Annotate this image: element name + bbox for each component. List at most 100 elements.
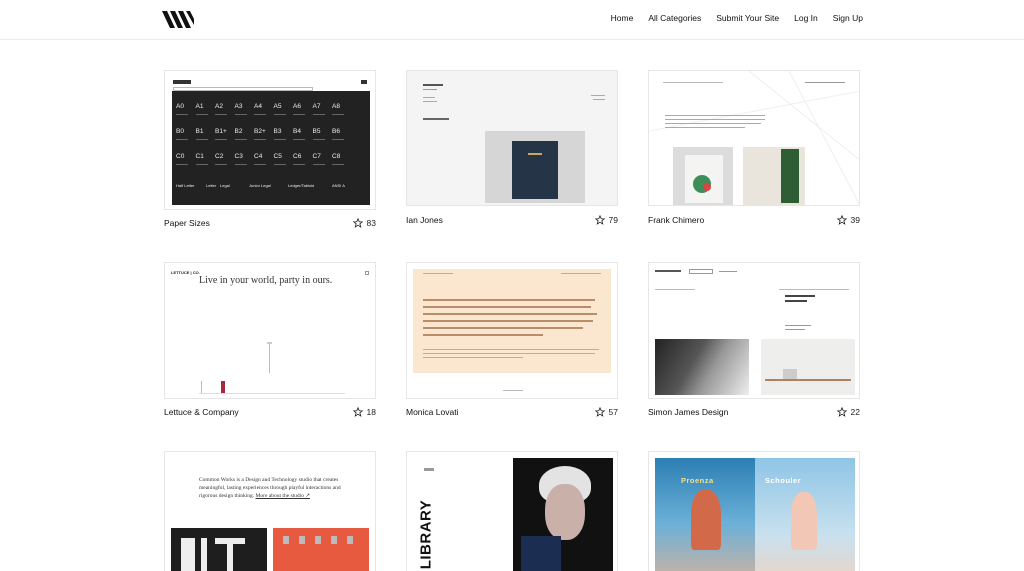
- paper-size-b6[interactable]: B6: [332, 128, 340, 135]
- paper-size-b3[interactable]: B3: [274, 128, 282, 135]
- paper-size-c1[interactable]: C1: [196, 153, 204, 160]
- favorite-count[interactable]: 57: [594, 407, 618, 417]
- paper-size-dimension: [234, 164, 247, 165]
- paper-size-c7[interactable]: C7: [313, 153, 321, 160]
- paper-size-ansi-a[interactable]: ANSI A: [332, 183, 345, 188]
- paper-size-c3[interactable]: C3: [235, 153, 243, 160]
- favorite-count-value: 39: [850, 215, 860, 225]
- paper-size-ledger-tabloid[interactable]: Ledger/Tabloid: [288, 183, 314, 188]
- card-thumbnail[interactable]: [406, 70, 618, 206]
- nav-log-in[interactable]: Log In: [794, 13, 818, 23]
- paper-size-dimension: [293, 164, 305, 165]
- paper-size-dimension: [312, 139, 325, 140]
- paper-size-b2[interactable]: B2: [235, 128, 243, 135]
- site-logo-icon[interactable]: [162, 11, 194, 28]
- paper-size-a7[interactable]: A7: [313, 103, 321, 110]
- card-thumbnail[interactable]: LETTUCE | CO. Live in your world, party …: [164, 262, 376, 399]
- card-thumbnail[interactable]: [648, 262, 860, 399]
- favorite-count-value: 79: [608, 215, 618, 225]
- common-works-intro: Common Works is a Design and Technology …: [199, 476, 349, 500]
- book-image-2: [743, 147, 805, 205]
- lettuce-headline: Live in your world, party in ours.: [199, 275, 333, 286]
- paper-size-a5[interactable]: A5: [274, 103, 282, 110]
- card-thumbnail[interactable]: LIBRARY: [406, 451, 618, 571]
- paper-size-b4[interactable]: B4: [293, 128, 301, 135]
- paper-size-b1[interactable]: B1: [196, 128, 204, 135]
- favorite-count[interactable]: 39: [836, 215, 860, 225]
- paper-size-a1[interactable]: A1: [196, 103, 204, 110]
- paper-size-dimension: [215, 114, 227, 115]
- fashion-photo-left: Proenza: [655, 458, 755, 571]
- paper-size-dimension: [195, 114, 208, 115]
- paper-size-dimension: [332, 164, 344, 165]
- paper-size-b5[interactable]: B5: [313, 128, 321, 135]
- card-thumbnail[interactable]: [406, 262, 618, 399]
- paper-size-dimension: [176, 114, 188, 115]
- paper-size-c2[interactable]: C2: [215, 153, 223, 160]
- star-icon[interactable]: [594, 215, 605, 225]
- paper-size-dimension: [176, 139, 188, 140]
- paper-size-dimension: [332, 114, 344, 115]
- nav-sign-up[interactable]: Sign Up: [833, 13, 863, 23]
- star-icon[interactable]: [352, 218, 363, 228]
- lettuce-brand: LETTUCE | CO.: [171, 270, 200, 275]
- card-title[interactable]: Paper Sizes: [164, 218, 210, 228]
- card-thumbnail[interactable]: [648, 70, 860, 206]
- nav-submit-your-site[interactable]: Submit Your Site: [716, 13, 779, 23]
- paper-size-a6[interactable]: A6: [293, 103, 301, 110]
- nav-all-categories[interactable]: All Categories: [648, 13, 701, 23]
- peach-panel: [413, 269, 611, 373]
- book-image-1: [673, 147, 733, 205]
- paper-size-c5[interactable]: C5: [274, 153, 282, 160]
- paper-size-c0[interactable]: C0: [176, 153, 184, 160]
- paper-size-dimension: [273, 164, 286, 165]
- paper-size-legal[interactable]: Legal: [220, 183, 230, 188]
- paper-size-a4[interactable]: A4: [254, 103, 262, 110]
- card-thumbnail[interactable]: A0 A1 A2 A3 A4 A5 A6 A7 A8 B0 B1 B1+ B2 B2+ B3 B4 B5 B6 C0…: [164, 70, 376, 210]
- card-thumbnail[interactable]: Proenza Schouler: [648, 451, 860, 571]
- nav-home[interactable]: Home: [611, 13, 634, 23]
- star-icon[interactable]: [836, 407, 847, 417]
- paper-size-c6[interactable]: C6: [293, 153, 301, 160]
- paper-size-a3[interactable]: A3: [235, 103, 243, 110]
- paper-size-junior-legal[interactable]: Junior Legal: [249, 183, 271, 188]
- card-title[interactable]: Frank Chimero: [648, 215, 704, 225]
- paper-size-b0[interactable]: B0: [176, 128, 184, 135]
- paper-size-dimension: [273, 114, 286, 115]
- paper-size-a2[interactable]: A2: [215, 103, 223, 110]
- paper-size-dimension: [332, 139, 344, 140]
- paper-size-dimension: [254, 139, 266, 140]
- paper-size-letter[interactable]: Letter: [206, 183, 216, 188]
- paper-size-a8[interactable]: A8: [332, 103, 340, 110]
- favorite-count[interactable]: 18: [352, 407, 376, 417]
- paper-size-half-letter[interactable]: Half Letter: [176, 183, 194, 188]
- intro-link[interactable]: More about the studio ↗: [256, 493, 310, 499]
- paper-size-dimension: [234, 139, 247, 140]
- favorite-count[interactable]: 22: [836, 407, 860, 417]
- red-bar: [221, 381, 225, 393]
- card-title[interactable]: Lettuce & Company: [164, 407, 239, 417]
- card-thumbnail[interactable]: Common Works is a Design and Technology …: [164, 451, 376, 571]
- star-icon[interactable]: [594, 407, 605, 417]
- orange-graphic: [273, 528, 369, 571]
- card-title[interactable]: Monica Lovati: [406, 407, 458, 417]
- paper-size-dimension: [273, 139, 286, 140]
- paper-size-a0[interactable]: A0: [176, 103, 184, 110]
- paper-size-b1-[interactable]: B1+: [215, 128, 227, 135]
- photo-right: [761, 339, 855, 395]
- card-title[interactable]: Ian Jones: [406, 215, 443, 225]
- paper-size-dimension: [254, 114, 266, 115]
- paper-size-b2-[interactable]: B2+: [254, 128, 266, 135]
- paper-size-c8[interactable]: C8: [332, 153, 340, 160]
- star-icon[interactable]: [352, 407, 363, 417]
- paper-size-dimension: [176, 164, 188, 165]
- card-title[interactable]: Simon James Design: [648, 407, 728, 417]
- book-cover-image: [512, 141, 558, 199]
- paper-size-c4[interactable]: C4: [254, 153, 262, 160]
- star-icon[interactable]: [836, 215, 847, 225]
- paper-size-dimension: [215, 164, 227, 165]
- favorite-count[interactable]: 79: [594, 215, 618, 225]
- favorite-count[interactable]: 83: [352, 218, 376, 228]
- thumb-toolbar: [173, 78, 367, 92]
- project-preview: [485, 131, 585, 203]
